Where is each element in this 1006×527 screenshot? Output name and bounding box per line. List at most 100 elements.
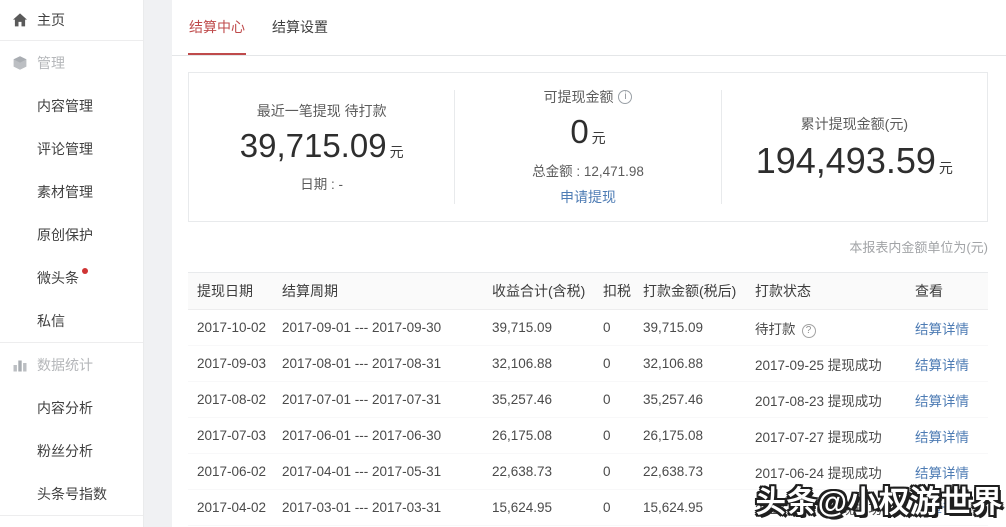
withdraw-date-cell: 2017-09-03: [188, 345, 282, 382]
settlement-detail-link[interactable]: 结算详情: [915, 466, 969, 481]
withdraw-date-cell: 2017-08-02: [188, 381, 282, 418]
view-cell: 结算详情: [915, 309, 988, 346]
settlement-table: 提现日期 结算周期 收益合计(含税) 扣税 打款金额(税后) 打款状态 查看 2017-10…: [188, 272, 988, 526]
sidebar: 主页管理 内容管理评论管理素材管理原创保护微头条私信数据统计内容分析粉丝分析 头条号…: [0, 0, 144, 527]
unread-dot-badge: [82, 267, 88, 274]
status-text: 2017-06-24 提现成功: [755, 465, 882, 481]
column-header: 打款金额(税后): [643, 272, 755, 310]
sidebar-item-数据统计[interactable]: 数据统计: [0, 343, 143, 386]
status-text: 2017-05-10 提现成功: [755, 501, 882, 517]
table-row: 2017-04-02 2017-03-01 --- 2017-03-31 15,62…: [188, 489, 988, 526]
amount-unit: 元: [938, 159, 953, 176]
sidebar-item-label: 数据统计: [37, 356, 93, 373]
card-cumulative-amount: 194,493.59 元: [755, 139, 953, 181]
withdraw-date-cell: 2017-04-02: [188, 489, 282, 526]
sidebar-divider: [0, 515, 143, 516]
tab-结算设置[interactable]: 结算设置: [271, 0, 329, 55]
view-cell: 结算详情: [915, 417, 988, 454]
sidebar-item-头条号指数[interactable]: 头条号指数: [0, 472, 143, 515]
tax-cell: 0: [603, 417, 643, 454]
amount-cell: 39,715.09: [643, 309, 755, 346]
report-unit-note: 本报表内金额单位为(元): [849, 240, 988, 255]
info-icon[interactable]: i: [618, 90, 633, 105]
amount-value: 194,493.59: [755, 139, 936, 181]
status-text: 2017-07-27 提现成功: [755, 429, 882, 445]
status-cell: 待打款?: [755, 309, 915, 346]
amount-cell: 15,624.95: [643, 489, 755, 526]
sidebar-item-label: 主页: [37, 12, 65, 28]
period-cell: 2017-06-01 --- 2017-06-30: [282, 417, 492, 454]
sidebar-item-管理[interactable]: 管理: [0, 41, 143, 84]
table-row: 2017-07-03 2017-06-01 --- 2017-06-30 26,17…: [188, 417, 988, 454]
card-title-text: 累计提现金额(元): [800, 115, 908, 132]
table-row: 2017-10-02 2017-09-01 --- 2017-09-30 39,71…: [188, 309, 988, 346]
card-cumulative: 累计提现金额(元) 194,493.59 元: [722, 73, 987, 221]
amount-value: 39,715.09: [239, 126, 387, 164]
amount-cell: 35,257.46: [643, 381, 755, 418]
column-header: 查看: [915, 272, 988, 310]
tax-cell: 0: [603, 453, 643, 490]
tax-cell: 0: [603, 489, 643, 526]
sidebar-item-主页[interactable]: 主页: [0, 0, 143, 40]
chart-icon: [12, 357, 28, 373]
sidebar-item-label: 内容分析: [37, 399, 93, 416]
status-cell: 2017-07-27 提现成功: [755, 417, 915, 454]
tax-cell: 0: [603, 345, 643, 382]
table-header-row: 提现日期 结算周期 收益合计(含税) 扣税 打款金额(税后) 打款状态 查看: [188, 272, 988, 310]
income-cell: 15,624.95: [492, 489, 603, 526]
period-cell: 2017-03-01 --- 2017-03-31: [282, 489, 492, 526]
sidebar-item-私信[interactable]: 私信: [0, 299, 143, 342]
settlement-detail-link[interactable]: 结算详情: [915, 502, 969, 517]
apply-withdraw-link[interactable]: 申请提现: [560, 187, 616, 207]
status-cell: 2017-09-25 提现成功: [755, 345, 915, 382]
income-cell: 32,106.88: [492, 345, 603, 382]
tax-cell: 0: [603, 309, 643, 346]
card-withdrawable-amount: 0元: [570, 114, 605, 150]
sidebar-item-label: 原创保护: [37, 226, 93, 243]
income-cell: 22,638.73: [492, 453, 603, 490]
settlement-detail-link[interactable]: 结算详情: [915, 430, 969, 445]
table-body: 2017-10-02 2017-09-01 --- 2017-09-30 39,71…: [188, 309, 988, 526]
table-header: 提现日期 结算周期 收益合计(含税) 扣税 打款金额(税后) 打款状态 查看: [188, 272, 988, 310]
status-text: 2017-08-23 提现成功: [755, 393, 882, 409]
status-cell: 2017-05-10 提现成功: [755, 489, 915, 526]
cube-icon: [12, 55, 28, 71]
income-cell: 35,257.46: [492, 381, 603, 418]
question-icon[interactable]: ?: [801, 323, 816, 338]
tab-bar: 结算中心 结算设置: [172, 0, 1006, 56]
table-row: 2017-06-02 2017-04-01 --- 2017-05-31 22,63…: [188, 453, 988, 490]
settlement-detail-link[interactable]: 结算详情: [915, 322, 969, 337]
column-header: 结算周期: [282, 272, 492, 310]
amount-cell: 32,106.88: [643, 345, 755, 382]
sidebar-item-label: 评论管理: [37, 140, 93, 157]
period-cell: 2017-09-01 --- 2017-09-30: [282, 309, 492, 346]
sidebar-item-原创保护[interactable]: 原创保护: [0, 213, 143, 256]
card-latest-withdrawal: 最近一笔提现 待打款 39,715.09 元 日期 : -: [189, 73, 454, 221]
sidebar-item-内容分析[interactable]: 内容分析: [0, 386, 143, 429]
status-cell: 2017-08-23 提现成功: [755, 381, 915, 418]
withdraw-date-cell: 2017-10-02: [188, 309, 282, 346]
sidebar-item-粉丝分析[interactable]: 粉丝分析: [0, 429, 143, 472]
withdraw-date-cell: 2017-06-02: [188, 453, 282, 490]
view-cell: 结算详情: [915, 489, 988, 526]
settlement-detail-link[interactable]: 结算详情: [915, 394, 969, 409]
card-latest-date-note: 日期 : -: [300, 177, 344, 193]
view-cell: 结算详情: [915, 381, 988, 418]
sidebar-item-label: 微头条: [37, 269, 79, 286]
income-cell: 26,175.08: [492, 417, 603, 454]
amount-cell: 22,638.73: [643, 453, 755, 490]
card-cumulative-title: 累计提现金额(元): [801, 114, 908, 134]
sidebar-item-微头条[interactable]: 微头条: [0, 256, 143, 299]
app-root: 主页管理 内容管理评论管理素材管理原创保护微头条私信数据统计内容分析粉丝分析 头条号…: [0, 0, 1006, 527]
settlement-detail-link[interactable]: 结算详情: [915, 358, 969, 373]
sidebar-item-素材管理[interactable]: 素材管理: [0, 170, 143, 213]
sidebar-item-内容管理[interactable]: 内容管理: [0, 84, 143, 127]
status-cell: 2017-06-24 提现成功: [755, 453, 915, 490]
sidebar-item-评论管理[interactable]: 评论管理: [0, 127, 143, 170]
withdraw-date-cell: 2017-07-03: [188, 417, 282, 454]
card-title-text: 可提现金额: [543, 89, 614, 106]
tab-结算中心[interactable]: 结算中心: [188, 0, 246, 55]
status-text: 2017-09-25 提现成功: [755, 357, 882, 373]
status-text: 待打款: [755, 321, 796, 337]
income-cell: 39,715.09: [492, 309, 603, 346]
